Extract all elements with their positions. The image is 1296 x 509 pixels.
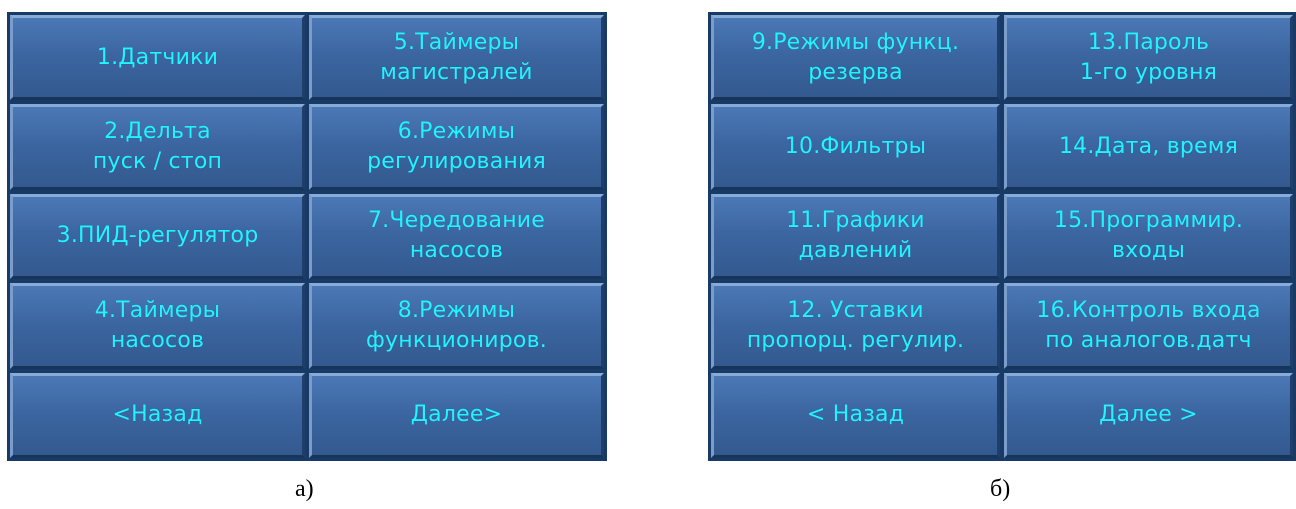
menu-panel-b: 9.Режимы функц. резерва 13.Пароль 1-го у… <box>708 12 1296 461</box>
trunk-timers-button[interactable]: 5.Таймеры магистралей <box>309 15 604 101</box>
sensors-button[interactable]: 1.Датчики <box>10 15 305 101</box>
pump-timers-button[interactable]: 4.Таймеры насосов <box>10 283 305 369</box>
level1-password-button[interactable]: 13.Пароль 1-го уровня <box>1004 15 1293 101</box>
date-time-button[interactable]: 14.Дата, время <box>1004 104 1293 190</box>
control-modes-button[interactable]: 6.Режимы регулирования <box>309 104 604 190</box>
pump-alternation-button[interactable]: 7.Чередование насосов <box>309 193 604 280</box>
caption-a: а) <box>295 476 314 502</box>
pressure-graphs-button[interactable]: 11.Графики давлений <box>711 193 1000 280</box>
programmable-inputs-button[interactable]: 15.Программир. входы <box>1004 193 1293 280</box>
menu-panel-a: 1.Датчики 5.Таймеры магистралей 2.Дельта… <box>7 12 607 461</box>
filters-button[interactable]: 10.Фильтры <box>711 104 1000 190</box>
proportional-setpoints-button[interactable]: 12. Уставки пропорц. регулир. <box>711 283 1000 369</box>
back-button[interactable]: <Назад <box>10 372 305 458</box>
start-stop-delta-button[interactable]: 2.Дельта пуск / стоп <box>10 104 305 190</box>
reserve-modes-button[interactable]: 9.Режимы функц. резерва <box>711 15 1000 101</box>
operation-modes-button[interactable]: 8.Режимы функциониров. <box>309 283 604 369</box>
next-button[interactable]: Далее > <box>1004 372 1293 458</box>
analog-input-control-button[interactable]: 16.Контроль входа по аналогов.датч <box>1004 283 1293 369</box>
next-button[interactable]: Далее> <box>309 372 604 458</box>
back-button[interactable]: < Назад <box>711 372 1000 458</box>
caption-b: б) <box>990 476 1011 502</box>
pid-controller-button[interactable]: 3.ПИД-регулятор <box>10 193 305 280</box>
